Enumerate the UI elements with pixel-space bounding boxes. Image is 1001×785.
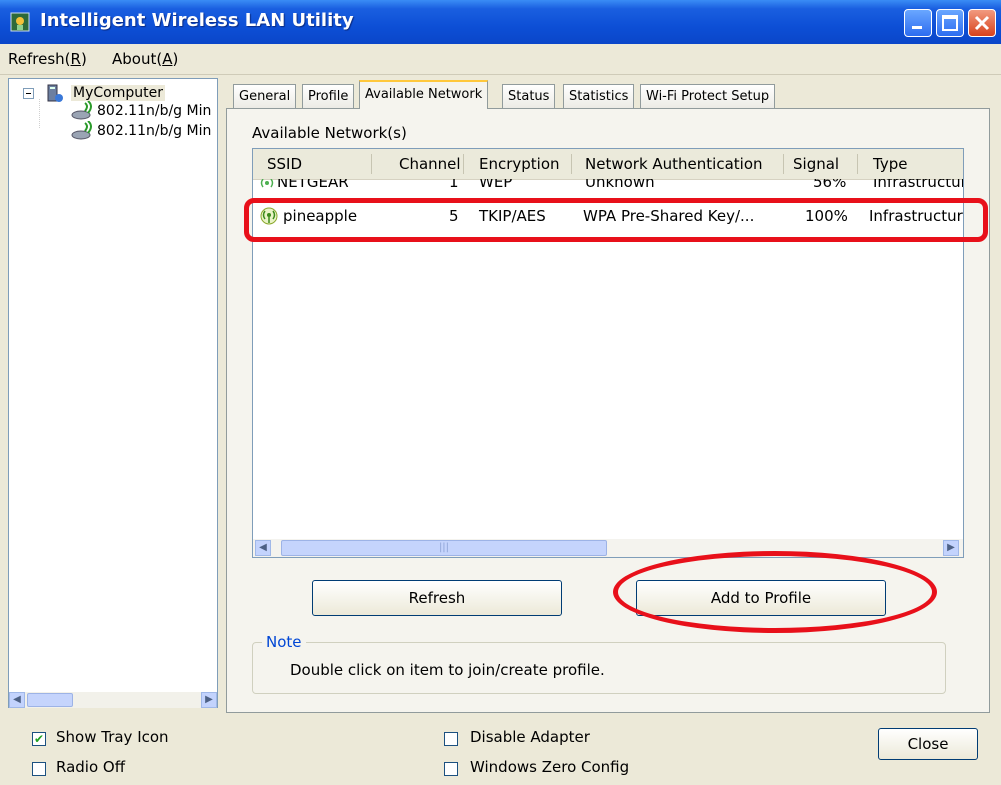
wifi-adapter-icon xyxy=(71,121,92,140)
signal-icon xyxy=(260,179,274,188)
menu-refresh[interactable]: Refresh(R) xyxy=(8,50,87,68)
column-signal[interactable]: Signal xyxy=(793,155,839,173)
scroll-right-icon[interactable]: ▶ xyxy=(201,692,217,708)
highlight-add-to-profile xyxy=(613,551,937,633)
tab-wifi-protect-setup[interactable]: Wi-Fi Protect Setup xyxy=(640,84,776,108)
tree-horizontal-scrollbar[interactable]: ◀ ▶ xyxy=(9,692,217,708)
scroll-left-icon[interactable]: ◀ xyxy=(9,692,25,708)
tree-adapter-label[interactable]: 802.11n/b/g Min xyxy=(97,123,211,139)
cell-ssid: NETGEAR xyxy=(277,179,349,191)
tree-adapter-label[interactable]: 802.11n/b/g Min xyxy=(97,103,211,119)
disable-adapter-checkbox[interactable] xyxy=(444,732,458,746)
highlight-selected-row xyxy=(244,198,988,242)
cell-type: Infrastructure xyxy=(873,179,963,191)
minimize-icon xyxy=(912,26,922,29)
available-networks-label: Available Network(s) xyxy=(252,124,407,142)
list-scroll-thumb[interactable]: ||| xyxy=(281,540,607,556)
maximize-button[interactable] xyxy=(936,9,964,37)
app-icon xyxy=(10,12,30,32)
collapse-icon[interactable] xyxy=(23,88,35,100)
windows-zero-config-checkbox[interactable] xyxy=(444,762,458,776)
tab-statistics[interactable]: Statistics xyxy=(563,84,635,108)
device-tree[interactable]: MyComputer 802.11n/b/g Min 802.11n/b/g M… xyxy=(8,78,218,708)
show-tray-icon-checkbox[interactable]: ✔ xyxy=(32,732,46,746)
note-text: Double click on item to join/create prof… xyxy=(290,661,605,679)
tab-status[interactable]: Status xyxy=(502,84,556,108)
cell-encryption: WEP xyxy=(479,179,513,191)
column-network-authentication[interactable]: Network Authentication xyxy=(585,155,763,173)
table-row[interactable]: NETGEAR 1 WEP Unknown 56% Infrastructure xyxy=(253,179,963,193)
menu-about-label: About( xyxy=(112,50,163,68)
window-title: Intelligent Wireless LAN Utility xyxy=(40,10,354,31)
close-window-button[interactable] xyxy=(968,9,996,37)
column-separator[interactable] xyxy=(571,154,572,174)
column-channel[interactable]: Channel xyxy=(399,155,461,173)
column-type[interactable]: Type xyxy=(873,155,907,173)
radio-off-checkbox[interactable] xyxy=(32,762,46,776)
disable-adapter-label: Disable Adapter xyxy=(470,728,590,746)
maximize-icon xyxy=(942,15,958,31)
column-encryption[interactable]: Encryption xyxy=(479,155,560,173)
menu-refresh-key: R xyxy=(70,50,81,68)
cell-signal: 56% xyxy=(813,179,847,191)
list-horizontal-scrollbar[interactable]: ◀ ||| ▶ xyxy=(253,539,963,557)
close-icon xyxy=(974,15,990,31)
close-button[interactable]: Close xyxy=(878,728,978,760)
note-title: Note xyxy=(262,633,306,651)
menu-about[interactable]: About(A) xyxy=(112,50,178,68)
tab-general[interactable]: General xyxy=(233,84,297,108)
column-ssid[interactable]: SSID xyxy=(267,155,302,173)
scroll-left-icon[interactable]: ◀ xyxy=(255,540,271,556)
list-header: SSID Channel Encryption Network Authenti… xyxy=(253,149,963,180)
column-separator[interactable] xyxy=(857,154,858,174)
cell-channel: 1 xyxy=(449,179,459,191)
menu-about-key: A xyxy=(162,50,173,68)
column-separator[interactable] xyxy=(463,154,464,174)
cell-auth: Unknown xyxy=(585,179,655,191)
show-tray-icon-label: Show Tray Icon xyxy=(56,728,169,746)
wifi-adapter-icon xyxy=(71,101,92,120)
scroll-right-icon[interactable]: ▶ xyxy=(943,540,959,556)
radio-off-label: Radio Off xyxy=(56,758,126,776)
column-separator[interactable] xyxy=(371,154,372,174)
menu-refresh-paren: ) xyxy=(80,50,87,68)
tree-scroll-thumb[interactable] xyxy=(27,693,73,707)
refresh-button[interactable]: Refresh xyxy=(312,580,562,616)
menu-about-paren: ) xyxy=(172,50,179,68)
menu-refresh-label: Refresh( xyxy=(8,50,71,68)
windows-zero-config-label: Windows Zero Config xyxy=(470,758,630,776)
column-separator[interactable] xyxy=(783,154,784,174)
tree-root-label[interactable]: MyComputer xyxy=(71,85,165,101)
tab-profile[interactable]: Profile xyxy=(302,84,355,108)
minimize-button[interactable] xyxy=(904,9,932,37)
tab-available-network[interactable]: Available Network xyxy=(359,80,489,109)
